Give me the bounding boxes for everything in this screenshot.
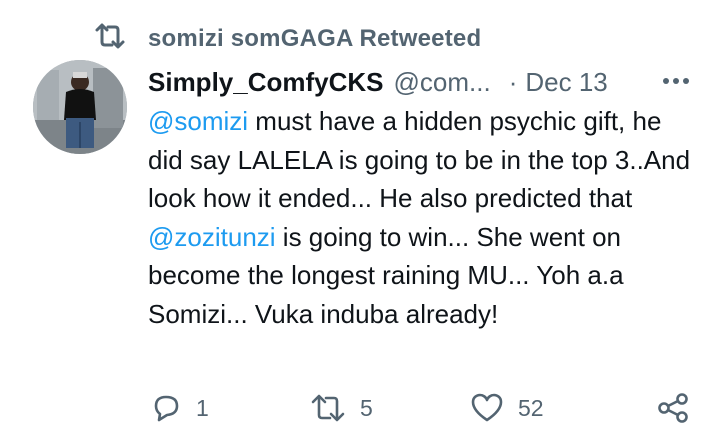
share-icon [656,392,690,424]
retweet-banner-text: somizi somGAGA Retweeted [148,24,482,52]
reply-icon [150,392,182,424]
mention-link[interactable]: @somizi [148,106,248,136]
like-count: 52 [518,394,544,421]
avatar[interactable] [33,60,127,154]
like-button[interactable]: 52 [470,392,544,424]
mention-link[interactable]: @zozitunzi [148,222,276,252]
action-bar: 1 5 52 [0,392,720,428]
separator-dot: · [508,66,518,97]
retweet-count: 5 [360,394,373,421]
tweet-date[interactable]: Dec 13 [525,67,607,98]
tweet-text: @somizi must have a hidden psychic gift,… [148,102,703,333]
tweet-header: Simply_ComfyCKS @com... · Dec 13 [148,62,690,102]
retweet-banner[interactable]: somizi somGAGA Retweeted [94,22,481,55]
retweet-icon [310,392,346,424]
retweet-button[interactable]: 5 [310,392,373,424]
like-icon [470,392,504,424]
user-handle[interactable]: @com... [394,67,491,98]
display-name[interactable]: Simply_ComfyCKS [148,67,384,98]
reply-button[interactable]: 1 [150,392,209,424]
more-options-icon[interactable] [656,66,696,96]
reply-count: 1 [196,394,209,421]
share-button[interactable] [656,392,690,424]
retweet-icon [94,22,126,55]
